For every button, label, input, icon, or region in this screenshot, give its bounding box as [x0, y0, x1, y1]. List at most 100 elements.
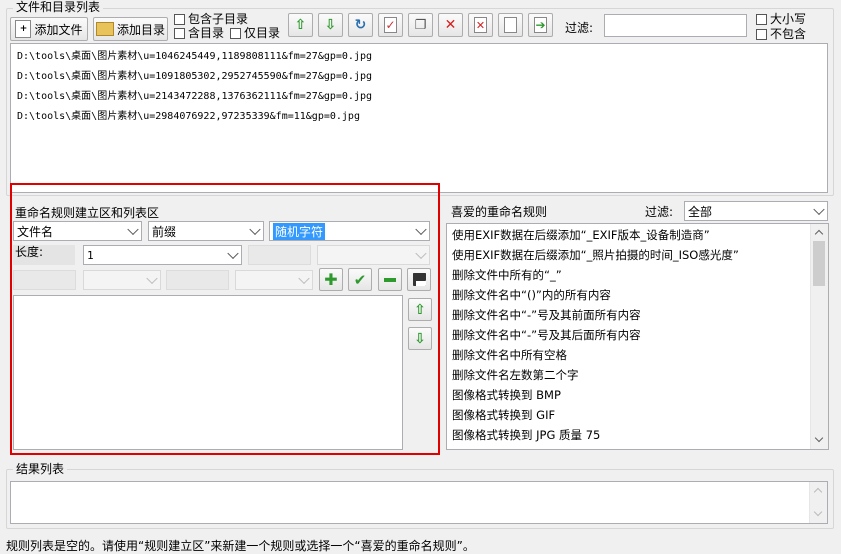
param-select-2: [83, 270, 161, 290]
dirs-only-checkbox[interactable]: 仅目录: [230, 27, 280, 39]
dirs-only-box[interactable]: [230, 27, 241, 39]
length-label: 长度:: [13, 245, 75, 265]
plus-icon: ✚: [324, 270, 338, 289]
delete-button[interactable]: ✕: [438, 13, 463, 37]
arrow-up-icon: ⇧: [414, 301, 426, 318]
scroll-up-icon[interactable]: [813, 487, 823, 497]
rule-area-title: 重命名规则建立区和列表区: [15, 206, 160, 220]
chevron-down-icon: [298, 272, 310, 285]
rule-move-up-button[interactable]: ⇧: [408, 298, 432, 321]
favorites-filter-value: 全部: [688, 204, 713, 219]
exclude-label: 不包含: [770, 27, 807, 41]
favorite-rule-item[interactable]: 删除文件中所有的“_”: [447, 265, 828, 285]
chevron-down-icon: [415, 223, 427, 236]
file-list-item[interactable]: D:\tools\桌面\图片素材\u=2143472288,1376362111…: [11, 87, 827, 107]
remove-file-button[interactable]: ✕: [468, 13, 493, 37]
move-up-button[interactable]: ⇧: [288, 13, 313, 37]
target-select-value: 文件名: [17, 224, 54, 239]
include-dirs-checkbox[interactable]: 含目录: [174, 27, 224, 39]
export-button[interactable]: ➔: [528, 13, 553, 37]
position-select-value: 前缀: [152, 224, 177, 239]
results-title: 结果列表: [13, 462, 68, 476]
favorites-filter-select[interactable]: 全部: [684, 201, 828, 221]
scroll-down-icon[interactable]: [814, 433, 824, 443]
copy-button[interactable]: ❐: [408, 13, 433, 37]
include-subdirs-checkbox[interactable]: 包含子目录: [174, 13, 248, 25]
include-dirs-label: 含目录: [188, 26, 225, 40]
case-checkbox[interactable]: 大小写: [756, 13, 806, 25]
results-scrollbar[interactable]: [809, 482, 827, 523]
case-label: 大小写: [770, 12, 807, 26]
check-document-icon: ✓: [384, 17, 397, 33]
add-dir-button[interactable]: 添加目录: [93, 17, 168, 41]
chevron-down-icon: [249, 223, 261, 236]
file-list-item[interactable]: D:\tools\桌面\图片素材\u=1046245449,1189808111…: [11, 47, 827, 67]
add-file-button[interactable]: + 添加文件: [10, 17, 88, 41]
file-list-item[interactable]: D:\tools\桌面\图片素材\u=1091805302,2952745590…: [11, 67, 827, 87]
favorite-rule-item[interactable]: 图像格式转换到 JPG 质量 75: [447, 425, 828, 445]
scroll-down-icon[interactable]: [813, 507, 823, 517]
save-rule-button[interactable]: [407, 268, 431, 291]
file-list[interactable]: D:\tools\桌面\图片素材\u=1046245449,1189808111…: [10, 43, 828, 193]
chevron-down-icon: [415, 247, 427, 260]
filter-label: 过滤:: [565, 21, 594, 35]
copy-icon: ❐: [414, 17, 427, 33]
param-field-2: [13, 270, 76, 290]
favorites-list[interactable]: 使用EXIF数据在后缀添加“_EXIF版本_设备制造商” 使用EXIF数据在后缀…: [446, 223, 829, 450]
file-list-item[interactable]: D:\tools\桌面\图片素材\u=2984076922,97235339&f…: [11, 107, 827, 127]
chevron-down-icon: [813, 203, 825, 216]
favorite-rule-item[interactable]: 删除文件名中所有空格: [447, 345, 828, 365]
favorite-rule-item[interactable]: 删除文件名中“-”号及其前面所有内容: [447, 305, 828, 325]
exclude-box[interactable]: [756, 28, 767, 40]
chevron-down-icon: [146, 272, 158, 285]
length-select[interactable]: 1: [83, 245, 242, 265]
include-subdirs-box[interactable]: [174, 13, 185, 25]
favorite-rule-item[interactable]: 图像格式转换到 GIF: [447, 405, 828, 425]
type-select[interactable]: 随机字符: [269, 221, 430, 241]
minus-icon: [384, 277, 396, 282]
scroll-up-icon[interactable]: [814, 229, 824, 239]
document-button[interactable]: [498, 13, 523, 37]
add-file-icon: +: [15, 20, 32, 38]
arrow-up-icon: ⇧: [294, 17, 307, 33]
rule-move-down-button[interactable]: ⇩: [408, 327, 432, 350]
favorite-rule-item[interactable]: 图像格式转换到 BMP: [447, 385, 828, 405]
favorite-rule-item[interactable]: 使用EXIF数据在后缀添加“_照片拍摄的时间_ISO感光度”: [447, 245, 828, 265]
favorites-title: 喜爱的重命名规则: [451, 205, 548, 219]
case-box[interactable]: [756, 13, 767, 25]
arrow-down-icon: ⇩: [324, 17, 337, 33]
save-icon: [412, 273, 426, 286]
add-file-label: 添加文件: [34, 22, 83, 37]
folder-icon: [95, 22, 114, 36]
scrollbar-thumb[interactable]: [813, 241, 825, 286]
document-icon: [504, 17, 517, 33]
add-rule-button[interactable]: ✚: [319, 268, 343, 291]
chevron-down-icon: [127, 223, 139, 236]
refresh-icon: ↻: [354, 17, 367, 33]
chevron-down-icon: [227, 247, 239, 260]
results-list[interactable]: [10, 481, 828, 524]
refresh-button[interactable]: ↻: [348, 13, 373, 37]
filter-input[interactable]: [604, 14, 747, 37]
length-select-value: 1: [87, 248, 94, 262]
dirs-only-label: 仅目录: [244, 26, 281, 40]
rule-list[interactable]: [13, 295, 403, 450]
favorite-rule-item[interactable]: 使用EXIF数据在后缀添加“_EXIF版本_设备制造商”: [447, 225, 828, 245]
position-select[interactable]: 前缀: [148, 221, 264, 241]
param-select-1: [317, 245, 430, 265]
export-icon: ➔: [534, 17, 547, 33]
target-select[interactable]: 文件名: [13, 221, 142, 241]
favorite-rule-item[interactable]: 删除文件名左数第二个字: [447, 365, 828, 385]
remove-rule-button[interactable]: [378, 268, 402, 291]
check-all-button[interactable]: ✓: [378, 13, 403, 37]
delete-icon: ✕: [444, 17, 457, 33]
type-select-value: 随机字符: [273, 222, 326, 240]
include-dirs-box[interactable]: [174, 27, 185, 39]
param-select-3: [235, 270, 313, 290]
move-down-button[interactable]: ⇩: [318, 13, 343, 37]
favorites-scrollbar[interactable]: [810, 224, 828, 449]
exclude-checkbox[interactable]: 不包含: [756, 28, 806, 40]
apply-rule-button[interactable]: ✔: [348, 268, 372, 291]
favorite-rule-item[interactable]: 删除文件名中“-”号及其后面所有内容: [447, 325, 828, 345]
favorite-rule-item[interactable]: 删除文件名中“()”内的所有内容: [447, 285, 828, 305]
